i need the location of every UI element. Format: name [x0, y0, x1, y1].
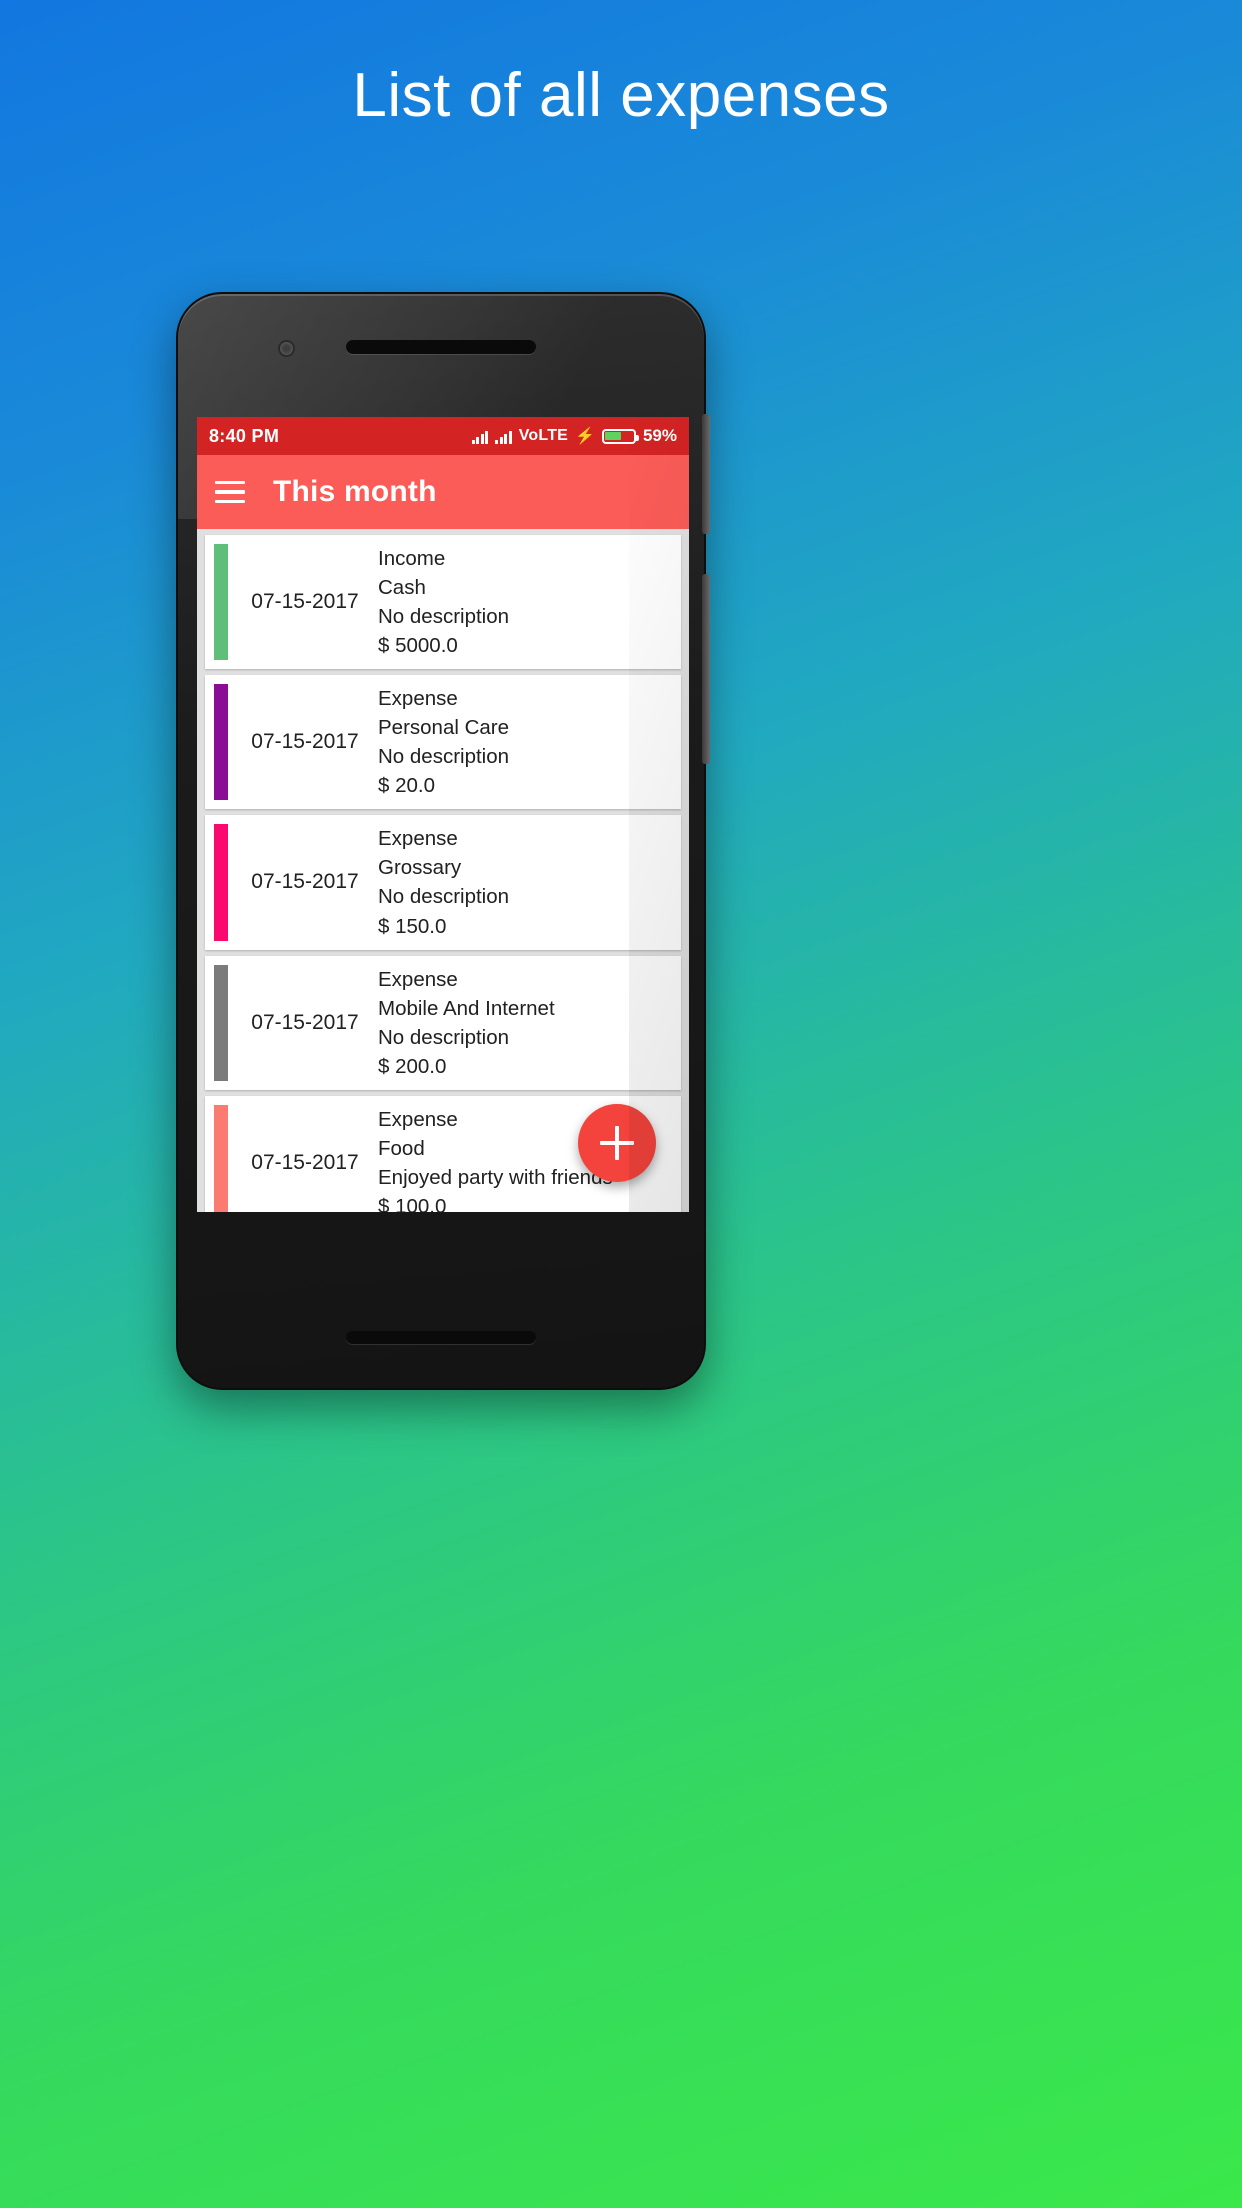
- transaction-amount: $ 200.0: [378, 1054, 447, 1078]
- battery-fill: [605, 432, 622, 440]
- signal-strength-icon-1: [471, 429, 489, 444]
- transaction-category: Personal Care: [378, 716, 510, 740]
- transaction-description: No description: [378, 1025, 510, 1049]
- transaction-details: Income Cash No description $ 5000.0: [378, 535, 681, 669]
- transaction-date: 07-15-2017: [251, 730, 359, 754]
- earpiece-speaker: [346, 340, 536, 354]
- transaction-description: No description: [378, 605, 510, 629]
- transaction-amount: $ 20.0: [378, 774, 435, 798]
- page-title: List of all expenses: [352, 61, 890, 130]
- hamburger-line: [215, 490, 245, 494]
- transaction-category: Grossary: [378, 856, 462, 880]
- signal-strength-icon-2: [495, 429, 512, 444]
- transaction-amount: $ 5000.0: [378, 634, 458, 658]
- front-camera-icon: [280, 342, 293, 355]
- plus-icon: [600, 1126, 634, 1160]
- table-row[interactable]: 07-15-2017 Expense Personal Care No descrip…: [205, 675, 681, 810]
- transaction-type: Income: [378, 547, 446, 570]
- battery-percent-label: 59%: [642, 426, 677, 445]
- transaction-amount: $ 150.0: [378, 914, 447, 938]
- hamburger-line: [215, 499, 245, 504]
- transaction-date: 07-15-2017: [251, 870, 359, 894]
- category-color-bar: [214, 544, 228, 661]
- transaction-description: No description: [378, 885, 510, 909]
- hamburger-menu-icon[interactable]: [215, 480, 245, 504]
- toolbar-title: This month: [273, 475, 437, 508]
- phone-mockup: 8:40 PM VoLTE ⚡ 59% This month 07-15-201…: [176, 292, 710, 1390]
- add-transaction-fab[interactable]: [578, 1104, 656, 1182]
- battery-icon: [601, 428, 639, 444]
- transaction-list[interactable]: 07-15-2017 Income Cash No description $ 5000…: [197, 535, 689, 1212]
- table-row[interactable]: 07-15-2017 Expense Mobile And Internet No d…: [205, 955, 681, 1090]
- transaction-details: Expense Personal Care No description $ 20.0: [378, 675, 681, 809]
- transaction-description: No description: [378, 745, 510, 769]
- app-toolbar: This month: [197, 455, 689, 529]
- transaction-category: Cash: [378, 576, 426, 600]
- status-bar: 8:40 PM VoLTE ⚡ 59%: [197, 417, 689, 455]
- status-time: 8:40 PM: [209, 425, 280, 446]
- bottom-speaker: [346, 1331, 536, 1344]
- hamburger-line: [215, 480, 245, 485]
- table-row[interactable]: 07-15-2017 Income Cash No description $ 5000…: [205, 535, 681, 670]
- phone-screen: 8:40 PM VoLTE ⚡ 59% This month 07-15-201…: [197, 417, 689, 1212]
- volte-label: VoLTE: [518, 427, 569, 444]
- transaction-date: 07-15-2017: [251, 1150, 359, 1174]
- status-icons: VoLTE ⚡ 59%: [471, 426, 677, 446]
- transaction-details: Expense Mobile And Internet No description…: [378, 956, 681, 1090]
- transaction-details: Expense Grossary No description $ 150.0: [378, 815, 681, 949]
- transaction-type: Expense: [378, 967, 458, 991]
- transaction-type: Expense: [378, 827, 458, 851]
- category-color-bar: [214, 1104, 228, 1212]
- transaction-date: 07-15-2017: [251, 1010, 359, 1034]
- category-color-bar: [214, 964, 228, 1081]
- category-color-bar: [214, 684, 228, 801]
- transaction-amount: $ 100.0: [378, 1194, 447, 1212]
- transaction-type: Expense: [378, 687, 458, 711]
- transaction-date: 07-15-2017: [251, 590, 359, 614]
- table-row[interactable]: 07-15-2017 Expense Grossary No description $…: [205, 815, 681, 950]
- charging-bolt-icon: ⚡: [575, 428, 595, 445]
- category-color-bar: [214, 824, 228, 941]
- transaction-category: Mobile And Internet: [378, 996, 555, 1020]
